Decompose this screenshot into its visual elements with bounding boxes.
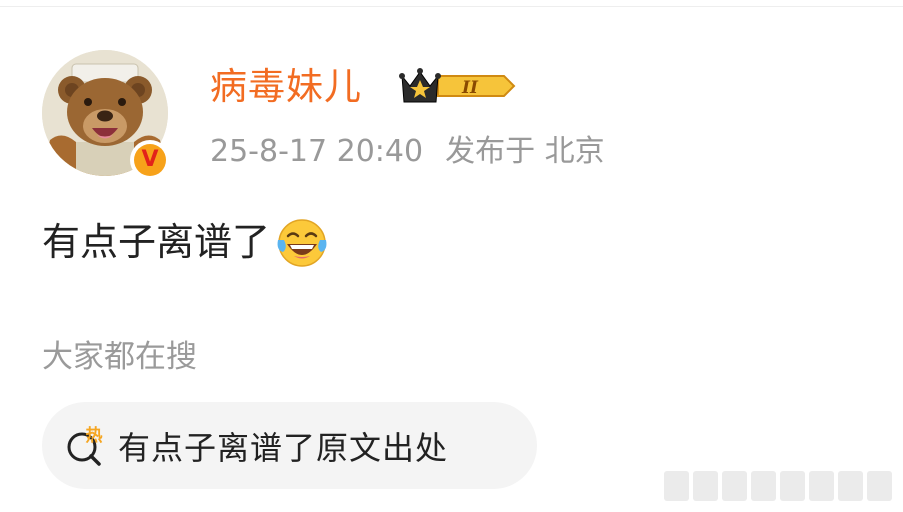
author-name[interactable]: 病毒妹儿 bbox=[210, 62, 362, 112]
post-text: 有点子离谱了 bbox=[42, 220, 271, 264]
verified-badge: V bbox=[130, 140, 170, 180]
vip-level-label: II bbox=[461, 78, 479, 98]
post-meta: 25-8-17 20:40 发布于 北京 bbox=[210, 130, 605, 174]
top-divider bbox=[0, 6, 903, 7]
vip-crown-badge[interactable]: II bbox=[398, 64, 516, 108]
hot-search-icon: 热 bbox=[67, 425, 103, 466]
blurred-watermark bbox=[664, 470, 892, 502]
trending-search-heading: 大家都在搜 bbox=[42, 339, 197, 375]
trending-search-pill[interactable]: 热 有点子离谱了原文出处 bbox=[42, 402, 537, 489]
post-content: 有点子离谱了 bbox=[42, 214, 330, 270]
trending-search-query: 有点子离谱了原文出处 bbox=[118, 428, 449, 467]
post-location: 发布于 北京 bbox=[445, 134, 605, 169]
laugh-tears-emoji-icon bbox=[277, 219, 327, 267]
hot-tag-label: 热 bbox=[86, 425, 103, 446]
post-timestamp: 25-8-17 20:40 bbox=[210, 134, 424, 169]
